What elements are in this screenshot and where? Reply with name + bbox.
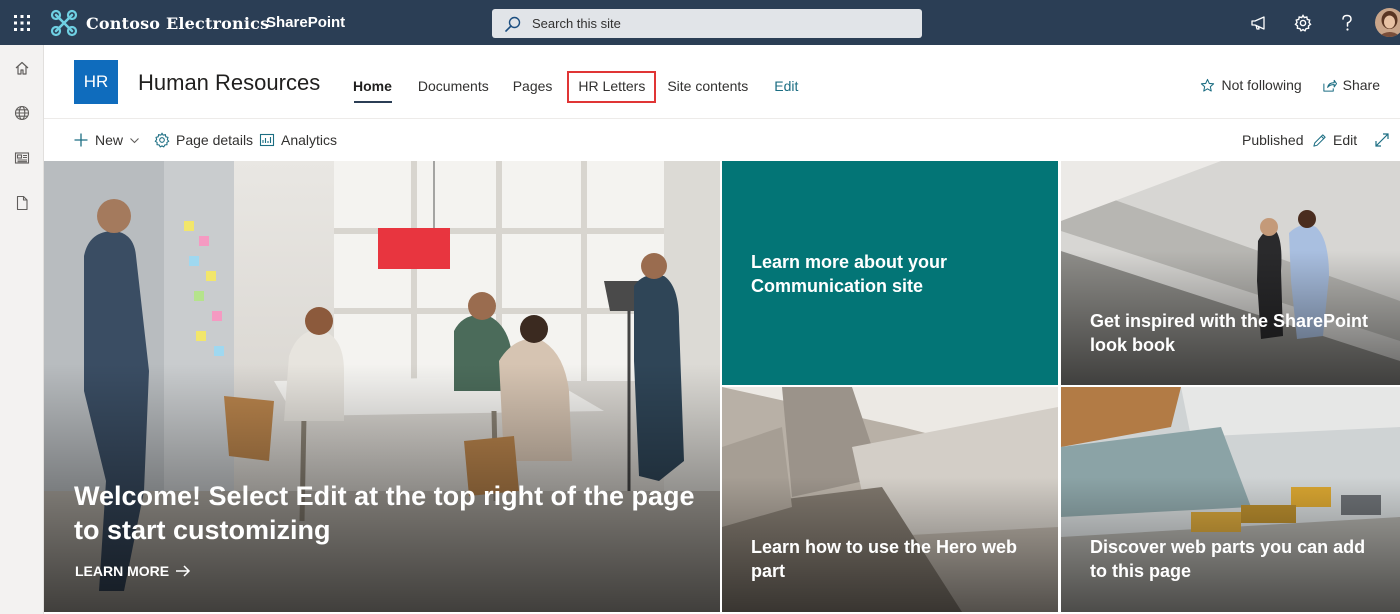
search-input[interactable] (532, 16, 912, 31)
chevron-down-icon (130, 137, 139, 143)
nav-home[interactable]: Home (344, 73, 401, 103)
contoso-logo-icon (50, 9, 78, 37)
publish-status: Published (1242, 120, 1304, 160)
share-icon (1323, 79, 1337, 92)
follow-button[interactable]: Not following (1200, 77, 1302, 93)
hero-tile-look-book[interactable]: Get inspired with the SharePoint look bo… (1061, 161, 1400, 385)
help-icon[interactable] (1325, 0, 1369, 45)
app-bar (0, 45, 44, 614)
search-box[interactable] (492, 9, 922, 38)
publish-status-label: Published (1242, 132, 1304, 148)
new-button[interactable]: New (73, 120, 140, 160)
document-icon[interactable] (0, 181, 44, 225)
site-navigation: Home Documents Pages HR Letters Site con… (344, 71, 807, 103)
hero-tile-title: Learn more about your Communication site (751, 252, 948, 296)
edit-label: Edit (1333, 132, 1358, 148)
share-label: Share (1342, 77, 1380, 93)
hero-tile-web-parts[interactable]: Discover web parts you can add to this p… (1061, 387, 1400, 612)
search-icon (505, 16, 521, 32)
hero-tile-title: Learn how to use the Hero web part (751, 537, 1018, 581)
command-bar: New Page details Analytics Published Edi… (44, 120, 1400, 161)
hero-tile-title: Discover web parts you can add to this p… (1090, 537, 1366, 581)
analytics-icon (259, 133, 275, 147)
brand[interactable]: Contoso Electronics (50, 8, 269, 38)
nav-hr-letters[interactable]: HR Letters (567, 71, 657, 103)
home-icon[interactable] (0, 46, 44, 90)
arrow-right-icon (176, 565, 191, 577)
app-launcher-icon[interactable] (0, 0, 44, 45)
new-label: New (95, 132, 124, 148)
news-icon[interactable] (0, 136, 44, 180)
nav-edit-link[interactable]: Edit (765, 73, 807, 101)
analytics-button[interactable]: Analytics (259, 120, 337, 160)
page-details-button[interactable]: Page details (154, 120, 253, 160)
hero-main-tile[interactable]: Welcome! Select Edit at the top right of… (44, 161, 720, 612)
learn-more-label: LEARN MORE (75, 563, 170, 579)
user-avatar[interactable] (1375, 8, 1400, 37)
expand-icon[interactable] (1374, 120, 1396, 160)
site-title[interactable]: Human Resources (138, 70, 320, 96)
pencil-icon (1313, 133, 1326, 147)
nav-site-contents[interactable]: Site contents (658, 73, 757, 101)
site-header: HR Human Resources Home Documents Pages … (44, 45, 1400, 119)
learn-more-link[interactable]: LEARN MORE (75, 563, 191, 579)
share-button[interactable]: Share (1322, 77, 1380, 93)
megaphone-icon[interactable] (1237, 0, 1281, 45)
globe-icon[interactable] (0, 91, 44, 135)
header-actions: Not following Share (1180, 77, 1380, 93)
hero-tile-title: Get inspired with the SharePoint look bo… (1090, 311, 1369, 355)
hero-main-title[interactable]: Welcome! Select Edit at the top right of… (74, 479, 714, 547)
gear-icon (154, 132, 170, 148)
page-details-label: Page details (176, 132, 254, 148)
star-icon (1201, 78, 1215, 92)
follow-label: Not following (1221, 77, 1302, 93)
plus-icon (74, 133, 88, 147)
app-name[interactable]: SharePoint (266, 0, 345, 45)
suite-bar: Contoso Electronics SharePoint (0, 0, 1400, 45)
settings-gear-icon[interactable] (1281, 0, 1325, 45)
brand-name: Contoso Electronics (86, 13, 270, 33)
hero-tile-communication-site[interactable]: Learn more about your Communication site (722, 161, 1058, 385)
analytics-label: Analytics (281, 132, 338, 148)
edit-button[interactable]: Edit (1312, 120, 1357, 160)
hero-tile-hero-web-part[interactable]: Learn how to use the Hero web part (722, 387, 1058, 612)
nav-pages[interactable]: Pages (504, 73, 562, 101)
nav-documents[interactable]: Documents (409, 73, 498, 101)
site-logo[interactable]: HR (74, 60, 118, 104)
